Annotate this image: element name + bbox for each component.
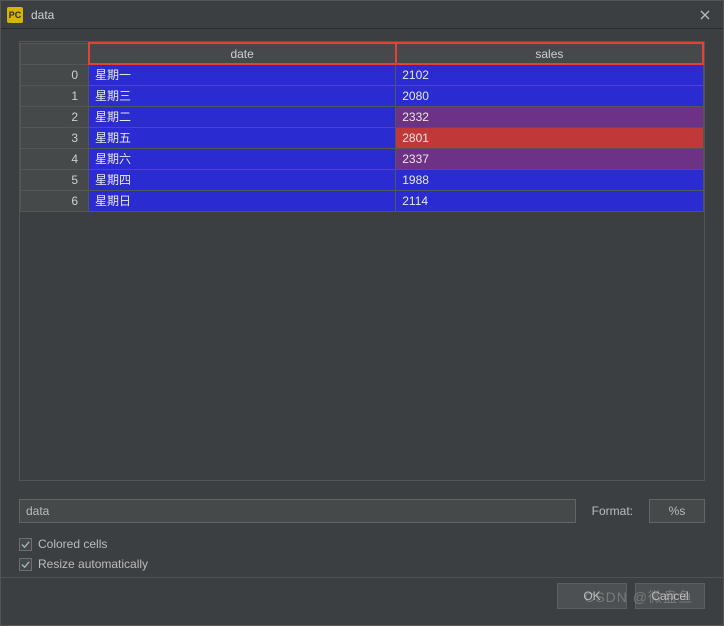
resize-auto-checkbox[interactable]: Resize automatically — [19, 557, 705, 571]
window-title: data — [31, 8, 693, 22]
close-button[interactable] — [693, 3, 717, 27]
table-row[interactable]: 4星期六2337 — [21, 148, 704, 169]
cell-sales[interactable]: 2102 — [396, 64, 703, 85]
data-table: date sales 0星期一21021星期三20802星期二23323星期五2… — [20, 42, 704, 212]
app-icon: PC — [7, 7, 23, 23]
cell-date[interactable]: 星期日 — [89, 190, 396, 211]
window-titlebar: PC data — [1, 1, 723, 29]
resize-auto-label: Resize automatically — [38, 557, 148, 571]
colored-cells-checkbox[interactable]: Colored cells — [19, 537, 705, 551]
checkbox-box — [19, 558, 32, 571]
app-icon-label: PC — [9, 10, 22, 20]
colored-cells-label: Colored cells — [38, 537, 107, 551]
format-label: Format: — [592, 504, 633, 518]
row-index[interactable]: 6 — [21, 190, 89, 211]
header-row: date sales — [21, 43, 704, 64]
checkbox-box — [19, 538, 32, 551]
check-icon — [21, 540, 30, 549]
cell-date[interactable]: 星期五 — [89, 127, 396, 148]
content-area: date sales 0星期一21021星期三20802星期二23323星期五2… — [1, 29, 723, 481]
cell-date[interactable]: 星期二 — [89, 106, 396, 127]
table-container[interactable]: date sales 0星期一21021星期三20802星期二23323星期五2… — [19, 41, 705, 481]
cancel-button-label: Cancel — [651, 589, 688, 603]
row-index[interactable]: 0 — [21, 64, 89, 85]
index-header[interactable] — [21, 43, 89, 64]
table-row[interactable]: 3星期五2801 — [21, 127, 704, 148]
row-index[interactable]: 4 — [21, 148, 89, 169]
cell-sales[interactable]: 2337 — [396, 148, 703, 169]
cell-sales[interactable]: 1988 — [396, 169, 703, 190]
check-icon — [21, 560, 30, 569]
cell-date[interactable]: 星期三 — [89, 85, 396, 106]
format-input[interactable] — [649, 499, 705, 523]
table-row[interactable]: 2星期二2332 — [21, 106, 704, 127]
table-row[interactable]: 5星期四1988 — [21, 169, 704, 190]
row-index[interactable]: 2 — [21, 106, 89, 127]
cell-sales[interactable]: 2080 — [396, 85, 703, 106]
column-header-date[interactable]: date — [89, 43, 396, 64]
close-icon — [700, 10, 710, 20]
checkbox-group: Colored cells Resize automatically — [19, 537, 705, 571]
cell-sales[interactable]: 2801 — [396, 127, 703, 148]
controls: Format: Colored cells Resize automatical… — [1, 481, 723, 577]
cell-date[interactable]: 星期六 — [89, 148, 396, 169]
expression-row: Format: — [19, 499, 705, 523]
table-row[interactable]: 1星期三2080 — [21, 85, 704, 106]
cell-date[interactable]: 星期四 — [89, 169, 396, 190]
table-row[interactable]: 6星期日2114 — [21, 190, 704, 211]
column-header-sales[interactable]: sales — [396, 43, 703, 64]
row-index[interactable]: 3 — [21, 127, 89, 148]
row-index[interactable]: 1 — [21, 85, 89, 106]
row-index[interactable]: 5 — [21, 169, 89, 190]
ok-button[interactable]: OK — [557, 583, 627, 609]
cell-sales[interactable]: 2332 — [396, 106, 703, 127]
cell-date[interactable]: 星期一 — [89, 64, 396, 85]
cancel-button[interactable]: Cancel — [635, 583, 705, 609]
ok-button-label: OK — [583, 589, 600, 603]
expression-input[interactable] — [19, 499, 576, 523]
table-row[interactable]: 0星期一2102 — [21, 64, 704, 85]
cell-sales[interactable]: 2114 — [396, 190, 703, 211]
dialog-footer: CSDN @微盘鱼 OK Cancel — [1, 577, 723, 625]
